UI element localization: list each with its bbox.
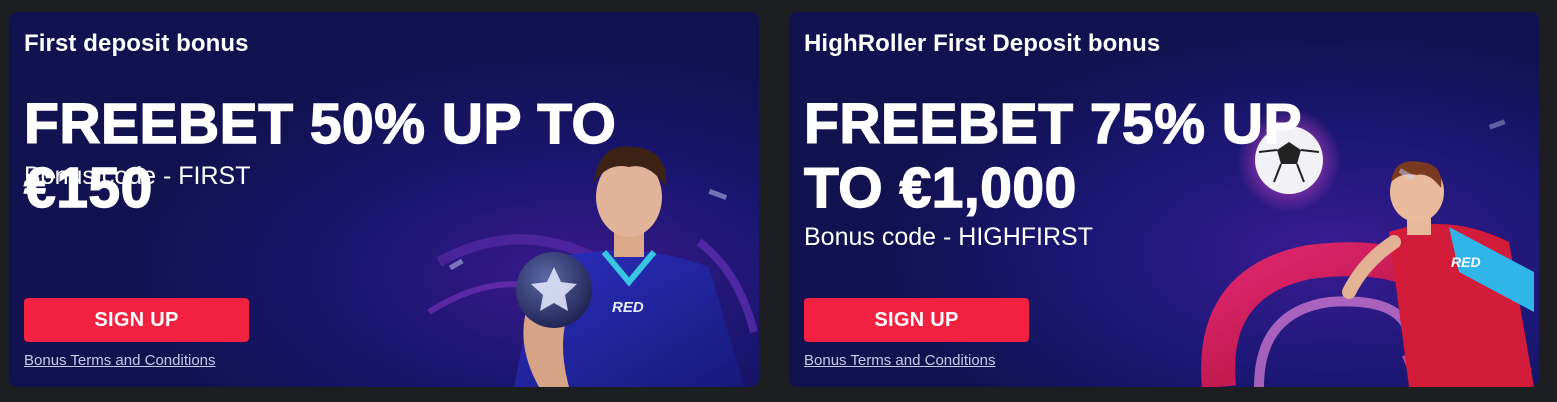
- sign-up-button[interactable]: SIGN UP: [24, 298, 249, 342]
- promo-card-first-deposit: RED First deposit bonus FREEBET 50% UP T…: [9, 12, 759, 387]
- promo-title: HighRoller First Deposit bonus: [804, 30, 1161, 57]
- bonus-terms-link[interactable]: Bonus Terms and Conditions: [24, 352, 216, 369]
- promo-page: RED First deposit bonus FREEBET 50% UP T…: [0, 0, 1557, 402]
- promo-headline: FREEBET 50% UP TO €150: [23, 91, 617, 220]
- promo-content: First deposit bonus FREEBET 50% UP TO €1…: [9, 12, 759, 387]
- bonus-code-text: Bonus code - HIGHFIRST: [804, 223, 1093, 251]
- promo-headline: FREEBET 75% UP TO €1,000: [803, 91, 1301, 220]
- promo-title: First deposit bonus: [24, 30, 249, 57]
- promo-content: HighRoller First Deposit bonus FREEBET 7…: [789, 12, 1539, 387]
- sign-up-button[interactable]: SIGN UP: [804, 298, 1029, 342]
- bonus-terms-link[interactable]: Bonus Terms and Conditions: [804, 352, 996, 369]
- promo-card-highroller: RED HighRoller First Deposit bonus FREEB…: [789, 12, 1539, 387]
- bonus-code-text: Bonus code - FIRST: [24, 162, 251, 190]
